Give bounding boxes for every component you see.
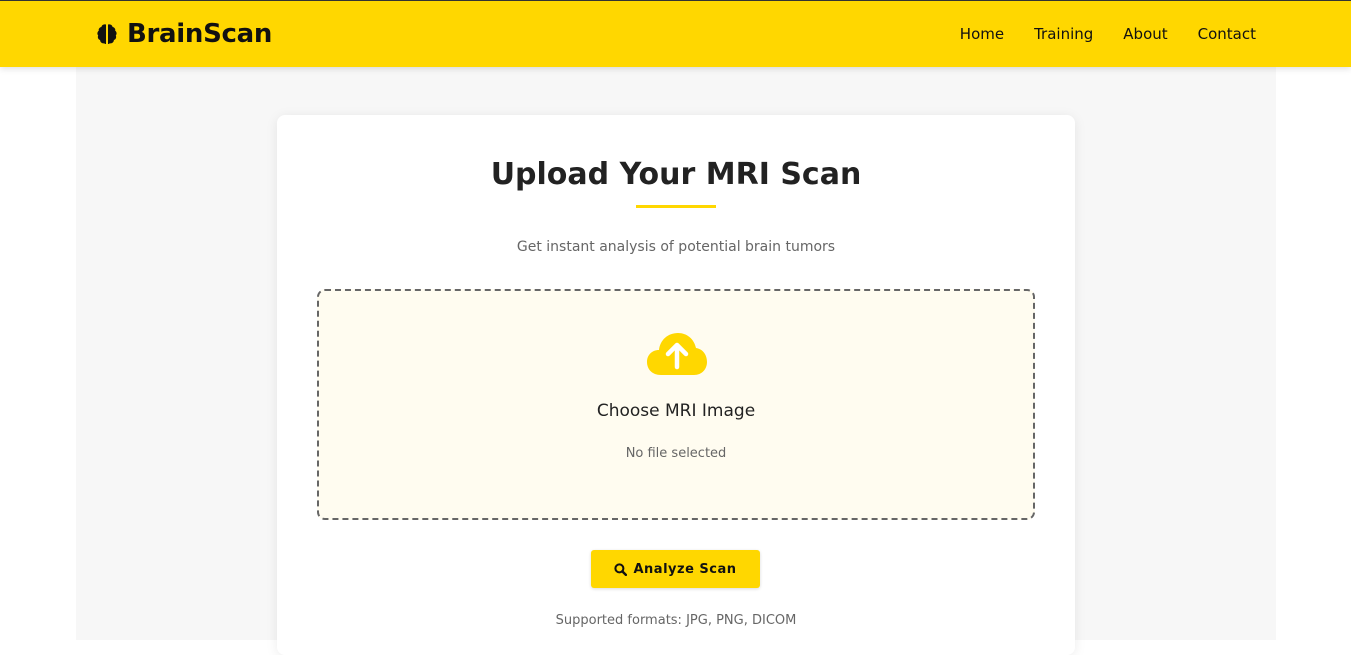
- analyze-scan-button[interactable]: Analyze Scan: [591, 550, 760, 588]
- nav-link-about[interactable]: About: [1123, 25, 1167, 43]
- nav-menu: Home Training About Contact: [960, 25, 1256, 43]
- cloud-upload-icon: [645, 331, 709, 379]
- nav-link-contact[interactable]: Contact: [1198, 25, 1256, 43]
- search-icon: [614, 562, 628, 576]
- page-subtitle: Get instant analysis of potential brain …: [516, 239, 836, 255]
- file-status-text: No file selected: [625, 446, 727, 461]
- supported-formats-note: Supported formats: JPG, PNG, DICOM: [555, 613, 797, 628]
- brand-logo[interactable]: BrainScan: [95, 19, 272, 49]
- choose-file-label: Choose MRI Image: [596, 401, 756, 421]
- brain-icon: [95, 22, 119, 46]
- title-underline: [636, 205, 716, 208]
- brand-name: BrainScan: [127, 19, 273, 49]
- navbar: BrainScan Home Training About Contact: [0, 0, 1351, 67]
- file-dropzone[interactable]: Choose MRI Image No file selected: [317, 289, 1035, 520]
- nav-link-training[interactable]: Training: [1034, 25, 1093, 43]
- page-title: Upload Your MRI Scan: [490, 157, 862, 192]
- nav-link-home[interactable]: Home: [960, 25, 1004, 43]
- analyze-button-label: Analyze Scan: [633, 561, 737, 577]
- upload-card: Upload Your MRI Scan Get instant analysi…: [277, 115, 1075, 655]
